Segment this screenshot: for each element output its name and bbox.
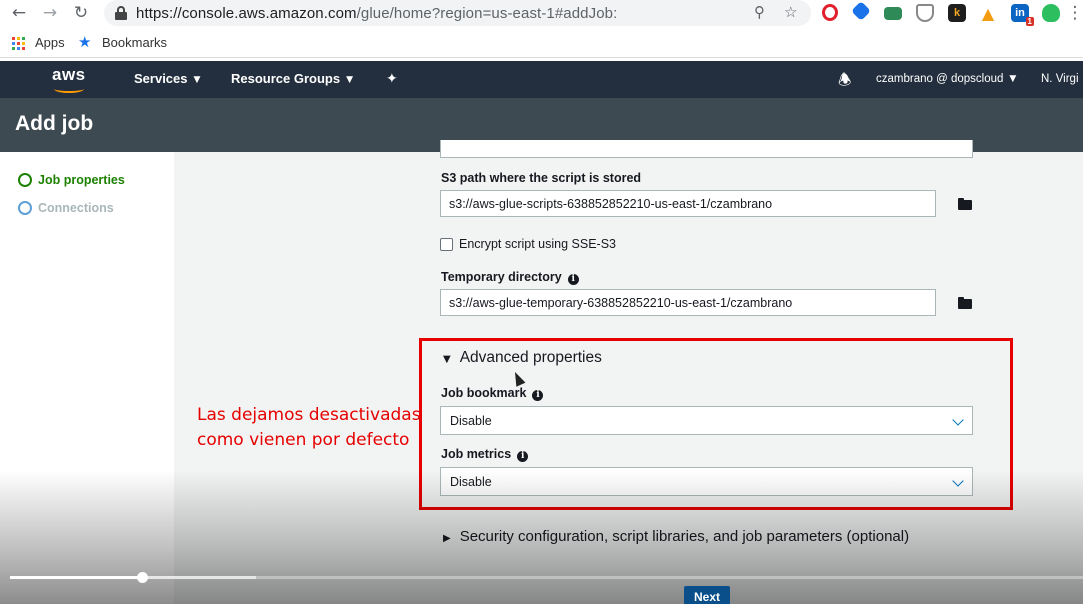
lock-icon [114, 6, 128, 20]
browser-toolbar: ← → ↻ https://console.aws.amazon.com/glu… [0, 0, 1083, 28]
video-played-bar [10, 576, 142, 579]
forward-arrow-icon[interactable]: → [38, 1, 62, 25]
k-icon[interactable]: k [948, 4, 966, 22]
annotation-line: Las dejamos desactivadas [197, 405, 421, 425]
info-icon[interactable]: i [567, 274, 579, 285]
warning-icon[interactable]: ▲ [979, 4, 997, 23]
encrypt-checkbox[interactable] [440, 238, 453, 251]
reload-icon[interactable]: ↻ [69, 1, 93, 25]
pin-shortcut-icon[interactable]: ✦ [386, 71, 398, 87]
highlight-box [419, 338, 1013, 510]
step-label: Connections [38, 201, 114, 215]
temp-dir-label: Temporary directory i [441, 270, 579, 285]
wizard-steps: Job properties Connections [0, 152, 174, 604]
menu-icon[interactable]: ⋮ [1067, 1, 1083, 25]
opera-icon[interactable] [822, 4, 838, 21]
url-text: https://console.aws.amazon.com/glue/home… [136, 4, 618, 22]
step-circle-icon [18, 201, 32, 215]
folder-icon[interactable] [958, 198, 972, 210]
bookmarks-star-icon: ★ [78, 33, 92, 51]
bell-icon[interactable]: 🕭 [838, 70, 851, 95]
notification-badge: 1 [1025, 17, 1034, 26]
chevron-down-icon: ▼ [346, 75, 354, 85]
account-menu[interactable]: czambrano @ dopscloud ▼ [876, 73, 1016, 85]
temp-dir-input[interactable]: s3://aws-glue-temporary-638852852210-us-… [440, 289, 936, 316]
s3-path-input[interactable]: s3://aws-glue-scripts-638852852210-us-ea… [440, 190, 936, 217]
bookmark-star-icon[interactable]: ☆ [784, 3, 797, 21]
zoom-icon[interactable]: ⚲ [754, 3, 765, 21]
folder-icon[interactable] [958, 297, 972, 309]
step-connections[interactable]: Connections [18, 201, 114, 215]
evernote-icon[interactable] [1042, 4, 1060, 22]
mail-icon[interactable] [884, 7, 902, 20]
next-button[interactable]: Next [684, 586, 730, 604]
video-progress-bar[interactable] [10, 572, 1083, 583]
apps-link[interactable]: Apps [35, 35, 65, 50]
encrypt-label: Encrypt script using SSE-S3 [459, 237, 617, 251]
annotation-line: como vienen por defecto [197, 430, 410, 450]
annotation-text: Las dejamos desactivadas como vienen por… [197, 403, 421, 453]
video-scrubber-handle[interactable] [136, 572, 148, 583]
step-label: Job properties [38, 173, 125, 187]
shield-icon[interactable] [916, 4, 934, 22]
caret-right-icon: ▶ [443, 533, 451, 544]
chevron-down-icon: ▼ [1009, 74, 1017, 84]
s3-path-label: S3 path where the script is stored [441, 171, 642, 185]
aws-logo[interactable]: aws [52, 65, 88, 93]
pin-icon[interactable] [851, 1, 871, 21]
apps-grid-icon[interactable] [12, 37, 25, 50]
resource-groups-menu[interactable]: Resource Groups ▼ [231, 71, 353, 86]
previous-field-input[interactable] [440, 140, 973, 158]
aws-console-header: aws Services ▼ Resource Groups ▼ ✦ 🕭 czamb… [0, 61, 1083, 98]
back-arrow-icon[interactable]: ← [7, 1, 31, 25]
linkedin-icon[interactable]: in 1 [1011, 4, 1034, 26]
bookmarks-link[interactable]: Bookmarks [102, 35, 167, 50]
security-config-toggle[interactable]: ▶ Security configuration, script librarie… [443, 528, 909, 545]
step-circle-icon [18, 173, 32, 187]
aws-smile-icon [54, 85, 84, 93]
chevron-down-icon: ▼ [193, 75, 201, 85]
services-menu[interactable]: Services ▼ [134, 71, 200, 86]
bookmarks-bar: Apps ★ Bookmarks [0, 28, 1083, 58]
address-bar[interactable]: https://console.aws.amazon.com/glue/home… [104, 0, 811, 26]
step-job-properties[interactable]: Job properties [18, 173, 125, 187]
page-title: Add job [15, 112, 94, 135]
region-menu[interactable]: N. Virgi [1041, 73, 1079, 85]
